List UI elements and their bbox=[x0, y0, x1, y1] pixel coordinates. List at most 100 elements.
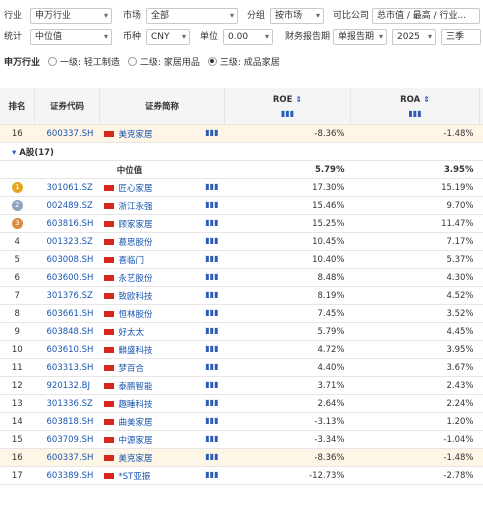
roa-header[interactable]: ROA ⇕ ▮▮▮ bbox=[350, 88, 480, 125]
code-cell[interactable]: 001323.SZ bbox=[34, 232, 100, 251]
table-row[interactable]: 8 603661.SH 恒林股份 ▮▮▮ 7.45% 3.52% bbox=[0, 304, 483, 323]
table-row[interactable]: 13 301336.SZ 趣睡科技 ▮▮▮ 2.64% 2.24% bbox=[0, 394, 483, 413]
unit-select[interactable]: 0.00 ▾ bbox=[223, 29, 273, 45]
table-row[interactable]: 7 301376.SZ 致欧科技 ▮▮▮ 8.19% 4.52% bbox=[0, 286, 483, 305]
bar-chart-icon[interactable]: ▮▮▮ bbox=[205, 362, 218, 371]
sort-icon[interactable]: ⇕ bbox=[423, 95, 430, 104]
market-select[interactable]: 全部 ▾ bbox=[146, 8, 238, 24]
table-row[interactable]: 1 301061.SZ 匠心家居 ▮▮▮ 17.30% 15.19% bbox=[0, 178, 483, 197]
bar-chart-icon[interactable]: ▮▮▮ bbox=[205, 326, 218, 335]
table-row[interactable]: 14 603818.SH 曲美家居 ▮▮▮ -3.13% 1.20% bbox=[0, 412, 483, 431]
name-link[interactable]: 曲美家居 bbox=[119, 418, 153, 428]
name-link[interactable]: 趣睡科技 bbox=[119, 400, 153, 410]
name-link[interactable]: 匠心家居 bbox=[119, 184, 153, 194]
bar-chart-icon[interactable]: ▮▮▮ bbox=[205, 182, 218, 191]
name-link[interactable]: 好太太 bbox=[119, 328, 145, 338]
table-row[interactable]: 16 600337.SH 美克家居 ▮▮▮ -8.36% -1.48% bbox=[0, 448, 483, 467]
table-row[interactable]: 17 603389.SH *ST亚振 ▮▮▮ -12.73% -2.78% bbox=[0, 466, 483, 485]
bar-chart-icon[interactable]: ▮▮▮ bbox=[205, 200, 218, 209]
bar-chart-icon[interactable]: ▮▮▮ bbox=[205, 128, 218, 137]
code-cell[interactable]: 002489.SZ bbox=[34, 196, 100, 215]
quarter-select[interactable]: 三季 bbox=[441, 29, 481, 45]
name-link[interactable]: 泰鹏智能 bbox=[119, 382, 153, 392]
name-link[interactable]: 麒盛科技 bbox=[119, 346, 153, 356]
name-link[interactable]: 永艺股份 bbox=[119, 274, 153, 284]
code-cell[interactable]: 301336.SZ bbox=[34, 394, 100, 413]
group-select[interactable]: 按市场 ▾ bbox=[270, 8, 324, 24]
currency-select[interactable]: CNY ▾ bbox=[146, 29, 190, 45]
bar-chart-icon[interactable]: ▮▮▮ bbox=[225, 109, 350, 118]
table-row[interactable]: 10 603610.SH 麒盛科技 ▮▮▮ 4.72% 3.95% bbox=[0, 340, 483, 359]
code-cell[interactable]: 603610.SH bbox=[34, 340, 100, 359]
name-link[interactable]: 喜临门 bbox=[119, 256, 145, 266]
name-link[interactable]: 美克家居 bbox=[119, 454, 153, 464]
code-cell[interactable]: 600337.SH bbox=[34, 124, 100, 143]
name-link[interactable]: 中源家居 bbox=[119, 436, 153, 446]
table-row[interactable]: 12 920132.BJ 泰鹏智能 ▮▮▮ 3.71% 2.43% bbox=[0, 376, 483, 395]
rank-header[interactable]: 排名 bbox=[0, 88, 35, 125]
bar-chart-icon[interactable]: ▮▮▮ bbox=[205, 434, 218, 443]
bar-chart-icon[interactable]: ▮▮▮ bbox=[205, 470, 218, 479]
stat-select[interactable]: 中位值 ▾ bbox=[30, 29, 112, 45]
code-cell[interactable]: 301376.SZ bbox=[34, 286, 100, 305]
name-link[interactable]: 致欧科技 bbox=[119, 292, 153, 302]
extra-cell bbox=[479, 322, 483, 341]
roa-cell: 3.95% bbox=[350, 340, 480, 359]
code-cell[interactable]: 603600.SH bbox=[34, 268, 100, 287]
code-cell[interactable]: 301061.SZ bbox=[34, 178, 100, 197]
name-link[interactable]: *ST亚振 bbox=[119, 472, 151, 482]
code-cell[interactable]: 603709.SH bbox=[34, 430, 100, 449]
pinned-row[interactable]: 16 600337.SH 美克家居 ▮▮▮ -8.36% -1.48% bbox=[0, 124, 483, 143]
code-cell[interactable]: 920132.BJ bbox=[34, 376, 100, 395]
table-row[interactable]: 9 603848.SH 好太太 ▮▮▮ 5.79% 4.45% bbox=[0, 322, 483, 341]
table-row[interactable]: 5 603008.SH 喜临门 ▮▮▮ 10.40% 5.37% bbox=[0, 250, 483, 269]
radio-level-3[interactable]: 三级: 成品家居 bbox=[207, 55, 280, 68]
median-row: 中位值 5.79% 3.95% bbox=[0, 160, 483, 179]
group-row[interactable]: ▾ A股(17) bbox=[0, 142, 483, 161]
bar-chart-icon[interactable]: ▮▮▮ bbox=[205, 416, 218, 425]
name-link[interactable]: 美克家居 bbox=[119, 130, 153, 140]
code-header[interactable]: 证券代码 bbox=[34, 88, 100, 125]
bar-chart-icon[interactable]: ▮▮▮ bbox=[205, 452, 218, 461]
bar-chart-icon[interactable]: ▮▮▮ bbox=[205, 254, 218, 263]
name-link[interactable]: 慕思股份 bbox=[119, 238, 153, 248]
code-cell[interactable]: 603818.SH bbox=[34, 412, 100, 431]
name-link[interactable]: 恒林股份 bbox=[119, 310, 153, 320]
code-cell[interactable]: 603008.SH bbox=[34, 250, 100, 269]
code-cell[interactable]: 600337.SH bbox=[34, 448, 100, 467]
name-link[interactable]: 顾家家居 bbox=[119, 220, 153, 230]
peer-select[interactable]: 总市值 / 最高 / 行业... bbox=[372, 8, 480, 24]
name-link[interactable]: 梦百合 bbox=[119, 364, 145, 374]
radio-level-2[interactable]: 二级: 家居用品 bbox=[127, 55, 200, 68]
bar-chart-icon[interactable]: ▮▮▮ bbox=[205, 308, 218, 317]
table-row[interactable]: 4 001323.SZ 慕思股份 ▮▮▮ 10.45% 7.17% bbox=[0, 232, 483, 251]
table-row[interactable]: 6 603600.SH 永艺股份 ▮▮▮ 8.48% 4.30% bbox=[0, 268, 483, 287]
bar-chart-icon[interactable]: ▮▮▮ bbox=[205, 398, 218, 407]
name-link[interactable]: 浙江永强 bbox=[119, 202, 153, 212]
rank-text: 9 bbox=[14, 326, 20, 337]
industry-select[interactable]: 申万行业 ▾ bbox=[30, 8, 112, 24]
roe-header[interactable]: ROE ⇕ ▮▮▮ bbox=[224, 88, 351, 125]
code-cell[interactable]: 603313.SH bbox=[34, 358, 100, 377]
bar-chart-icon[interactable]: ▮▮▮ bbox=[205, 380, 218, 389]
table-row[interactable]: 2 002489.SZ 浙江永强 ▮▮▮ 15.46% 9.70% bbox=[0, 196, 483, 215]
bar-chart-icon[interactable]: ▮▮▮ bbox=[205, 344, 218, 353]
period-type-select[interactable]: 单报告期 ▾ bbox=[333, 29, 387, 45]
code-cell[interactable]: 603389.SH bbox=[34, 466, 100, 485]
year-select[interactable]: 2025 ▾ bbox=[392, 29, 436, 45]
name-header[interactable]: 证券简称 bbox=[99, 88, 225, 125]
bar-chart-icon[interactable]: ▮▮▮ bbox=[205, 272, 218, 281]
code-cell[interactable]: 603816.SH bbox=[34, 214, 100, 233]
table-row[interactable]: 15 603709.SH 中源家居 ▮▮▮ -3.34% -1.04% bbox=[0, 430, 483, 449]
bar-chart-icon[interactable]: ▮▮▮ bbox=[351, 109, 479, 118]
bar-chart-icon[interactable]: ▮▮▮ bbox=[205, 236, 218, 245]
code-cell[interactable]: 603661.SH bbox=[34, 304, 100, 323]
table-row[interactable]: 3 603816.SH 顾家家居 ▮▮▮ 15.25% 11.47% bbox=[0, 214, 483, 233]
bar-chart-icon[interactable]: ▮▮▮ bbox=[205, 218, 218, 227]
table-row[interactable]: 11 603313.SH 梦百合 ▮▮▮ 4.40% 3.67% bbox=[0, 358, 483, 377]
sort-icon[interactable]: ⇕ bbox=[295, 95, 302, 104]
code-cell[interactable]: 603848.SH bbox=[34, 322, 100, 341]
bar-chart-icon[interactable]: ▮▮▮ bbox=[205, 290, 218, 299]
extra-cell bbox=[479, 196, 483, 215]
radio-level-1[interactable]: 一级: 轻工制造 bbox=[48, 55, 120, 68]
